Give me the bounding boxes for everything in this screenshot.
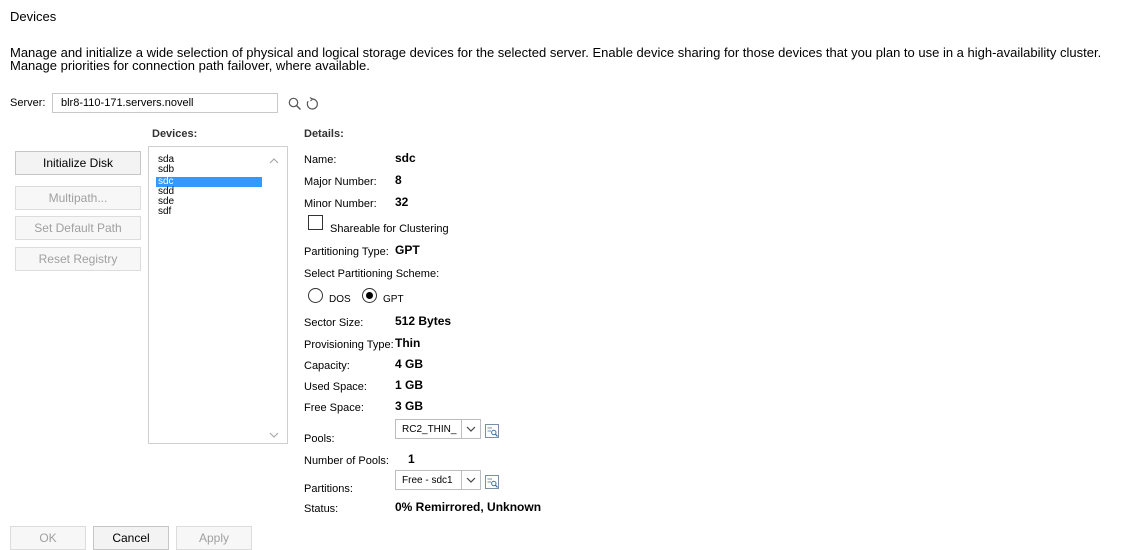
chevron-down-icon <box>461 471 480 489</box>
capacity-value: 4 GB <box>395 357 424 371</box>
page-title: Devices <box>10 9 57 24</box>
pools-select[interactable]: RC2_THIN_ <box>395 419 481 439</box>
list-item-sdb[interactable]: sdb <box>156 165 262 175</box>
page-description: Manage and initialize a wide selection o… <box>10 45 1102 73</box>
free-space-label: Free Space: <box>304 402 364 414</box>
details-header: Details: <box>304 128 344 140</box>
minor-number-value: 32 <box>395 195 409 209</box>
list-item-sdf[interactable]: sdf <box>156 207 262 217</box>
pools-label: Pools: <box>304 433 335 445</box>
partitions-label: Partitions: <box>304 483 353 495</box>
shareable-label: Shareable for Clustering <box>330 223 449 235</box>
gpt-radio[interactable] <box>362 288 377 303</box>
server-input[interactable] <box>52 93 278 113</box>
device-list[interactable]: sda sdb sdc sdd sde sdf <box>148 146 288 444</box>
dos-radio[interactable] <box>308 288 323 303</box>
set-default-path-button[interactable]: Set Default Path <box>15 216 141 240</box>
dos-radio-label: DOS <box>329 294 351 305</box>
apply-button[interactable]: Apply <box>176 526 252 550</box>
search-icon[interactable] <box>288 97 302 111</box>
free-space-value: 3 GB <box>395 399 424 413</box>
major-number-label: Major Number: <box>304 176 377 188</box>
cancel-button[interactable]: Cancel <box>93 526 169 550</box>
used-space-label: Used Space: <box>304 381 367 393</box>
ok-button[interactable]: OK <box>10 526 86 550</box>
status-label: Status: <box>304 503 339 515</box>
partitioning-type-label: Partitioning Type: <box>304 246 389 258</box>
name-value: sdc <box>395 151 416 165</box>
provisioning-type-label: Provisioning Type: <box>304 339 394 351</box>
multipath-button[interactable]: Multipath... <box>15 186 141 210</box>
number-of-pools-value: 1 <box>408 452 415 466</box>
list-item-sde[interactable]: sde <box>156 197 262 207</box>
shareable-checkbox[interactable] <box>308 215 323 230</box>
scroll-down-icon[interactable] <box>269 429 279 439</box>
scheme-label: Select Partitioning Scheme: <box>304 268 440 280</box>
initialize-disk-button[interactable]: Initialize Disk <box>15 151 141 175</box>
reset-registry-button[interactable]: Reset Registry <box>15 247 141 271</box>
number-of-pools-label: Number of Pools: <box>304 455 389 467</box>
sector-size-label: Sector Size: <box>304 317 364 329</box>
capacity-label: Capacity: <box>304 360 350 372</box>
pool-details-icon[interactable] <box>485 424 499 438</box>
gpt-radio-label: GPT <box>383 294 404 305</box>
name-label: Name: <box>304 154 337 166</box>
major-number-value: 8 <box>395 173 402 187</box>
partitions-select[interactable]: Free - sdc1 <box>395 470 481 490</box>
partitions-select-value: Free - sdc1 <box>402 475 453 486</box>
used-space-value: 1 GB <box>395 378 424 392</box>
status-value: 0% Remirrored, Unknown <box>395 500 542 514</box>
refresh-icon[interactable] <box>305 97 319 111</box>
partitioning-type-value: GPT <box>395 243 420 257</box>
devices-header: Devices: <box>152 128 198 140</box>
minor-number-label: Minor Number: <box>304 198 377 210</box>
sector-size-value: 512 Bytes <box>395 314 452 328</box>
scroll-up-icon[interactable] <box>269 155 279 165</box>
chevron-down-icon <box>461 420 480 438</box>
pools-select-value: RC2_THIN_ <box>402 424 457 435</box>
provisioning-type-value: Thin <box>395 336 421 350</box>
partition-details-icon[interactable] <box>485 475 499 489</box>
server-label: Server: <box>10 97 46 109</box>
